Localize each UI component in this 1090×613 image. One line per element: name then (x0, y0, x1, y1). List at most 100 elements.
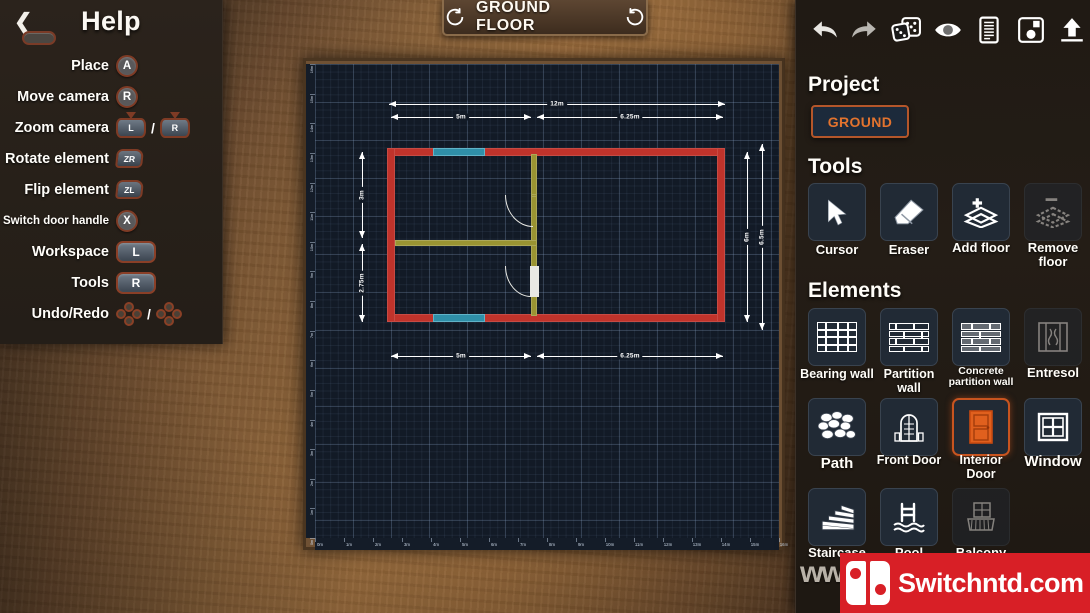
stick-glyph-r: R (159, 111, 190, 138)
stick-glyph-l: L (116, 111, 146, 138)
help-row-label: Switch door handle (2, 214, 109, 227)
help-row-label: Undo/Redo (31, 305, 109, 322)
element-bearing-wall-label: Bearing wall (800, 367, 874, 381)
help-row: Undo/Redo / (0, 298, 222, 329)
ruler-label: 3m (403, 542, 411, 547)
dim-top-right-label: 6.25m (617, 113, 643, 121)
tool-remove-floor[interactable] (1024, 183, 1082, 241)
grid-major (315, 64, 779, 538)
element-entresol[interactable] (1024, 308, 1082, 366)
button-glyph-r: R (116, 85, 138, 108)
element-front-door[interactable] (880, 398, 938, 456)
element-path[interactable] (808, 398, 866, 456)
element-partition-wall-label: Partition wall (883, 367, 935, 395)
bearing-wall-right[interactable] (717, 148, 725, 322)
stick-label: L (128, 122, 134, 133)
rotate-left-icon[interactable] (444, 6, 466, 28)
element-entresol-label: Entresol (1026, 365, 1079, 380)
ruler-label: 15m (309, 95, 314, 103)
ruler-tick (460, 538, 461, 542)
arrow-right (524, 114, 531, 120)
nintendo-switch-logo (846, 561, 890, 605)
arrow-right (716, 114, 723, 120)
arrow-left (391, 114, 398, 120)
redo-icon[interactable] (847, 12, 882, 48)
ruler-label: 6m (309, 362, 314, 368)
arrow-right (524, 353, 531, 359)
stick-direction-icon (126, 111, 136, 119)
dice-icon[interactable] (889, 12, 924, 48)
ruler-label: 0m (309, 540, 314, 546)
project-floor-chip[interactable]: GROUND (811, 105, 909, 138)
switch-joycon-right (870, 561, 890, 605)
ruler-label: 12m (663, 542, 673, 547)
document-icon[interactable] (972, 12, 1007, 48)
bearing-wall-left[interactable] (387, 148, 395, 322)
window-top[interactable] (433, 148, 485, 156)
dpad-l (155, 308, 166, 319)
floor-plan-frame[interactable]: 16m 15m 14m 13m 12m 11m 10m 9m 8m 7m 6m 5m 4m 3m 2m 1m 0… (303, 58, 788, 550)
help-row: Tools R (0, 267, 222, 298)
dpad-r (132, 308, 142, 319)
undo-icon[interactable] (806, 12, 841, 48)
element-path-label: Path (820, 455, 854, 472)
element-window[interactable] (1024, 398, 1082, 456)
tool-remove-floor-label: Remove floor (1027, 240, 1079, 270)
help-row-label: Flip element (24, 181, 109, 198)
window-bottom[interactable] (433, 314, 485, 322)
right-sidebar: Project GROUND Tools Cursor Eraser Add f… (795, 0, 1090, 613)
dim-top-total-label: 12m (547, 100, 567, 108)
ruler-horizontal: 0m 1m 2m 3m 4m 5m 6m 7m 8m 9m 10m 11m 12m 13m 14m 15m 16… (315, 538, 788, 550)
tool-cursor-label: Cursor (815, 242, 859, 257)
arrow-down (744, 315, 750, 322)
help-row: Rotate element ZR (0, 143, 222, 174)
ruler-label: 14m (721, 542, 731, 547)
bumper-glyph-l: L (116, 240, 156, 263)
ruler-label: 10m (309, 243, 314, 251)
help-row-label: Rotate element (5, 150, 109, 167)
element-balcony[interactable] (952, 488, 1010, 546)
dim-right-inner-label: 6m (743, 229, 751, 245)
arrow-left (537, 114, 544, 120)
upload-icon[interactable] (1055, 12, 1090, 48)
eye-icon[interactable] (930, 12, 965, 48)
ruler-label: 9m (577, 542, 585, 547)
arrow-left (537, 353, 544, 359)
element-concrete-partition-wall[interactable] (952, 308, 1010, 366)
dpad-icon (116, 301, 142, 326)
bumper-glyph-r: R (116, 271, 156, 294)
button-glyph-a: A (116, 54, 138, 77)
save-icon[interactable] (1013, 12, 1048, 48)
ruler-label: 2m (374, 542, 382, 547)
ruler-label: 13m (309, 154, 314, 163)
ruler-label: 11m (309, 214, 314, 222)
ruler-label: 14m (309, 125, 314, 133)
ruler-label: 9m (309, 273, 314, 279)
arrow-up (759, 144, 765, 151)
floor-plan-canvas[interactable]: 12m 5m 6.25m 5m 6.25m 3m 2.75m 6m 6.5m (315, 64, 779, 538)
dpad-r (171, 308, 182, 319)
concrete-partition-wall-icon (961, 322, 1001, 352)
elements-section-title: Elements (808, 279, 902, 302)
ruler-label: 7m (309, 332, 314, 338)
dim-right-outer-label: 6.5m (758, 226, 766, 248)
element-bearing-wall[interactable] (808, 308, 866, 366)
partition-wall-icon (889, 322, 929, 352)
floor-selector[interactable]: GROUND FLOOR (442, 0, 648, 36)
tool-add-floor[interactable] (952, 183, 1010, 241)
separator: / (151, 119, 155, 136)
door-leaf-selected[interactable] (530, 266, 539, 297)
rotate-right-icon[interactable] (624, 6, 646, 28)
element-interior-door[interactable] (952, 398, 1010, 456)
partition-wall-horizontal[interactable] (395, 240, 537, 246)
help-row: Place A (0, 50, 222, 81)
help-row-label: Workspace (31, 243, 109, 260)
ruler-tick (489, 538, 490, 542)
tool-eraser[interactable] (880, 183, 938, 241)
dim-left-lower-label: 2.75m (358, 270, 366, 296)
element-partition-wall[interactable] (880, 308, 938, 366)
element-staircase[interactable] (808, 488, 866, 546)
element-pool[interactable] (880, 488, 938, 546)
tool-cursor[interactable] (808, 183, 866, 241)
ruler-label: 1m (309, 510, 314, 516)
